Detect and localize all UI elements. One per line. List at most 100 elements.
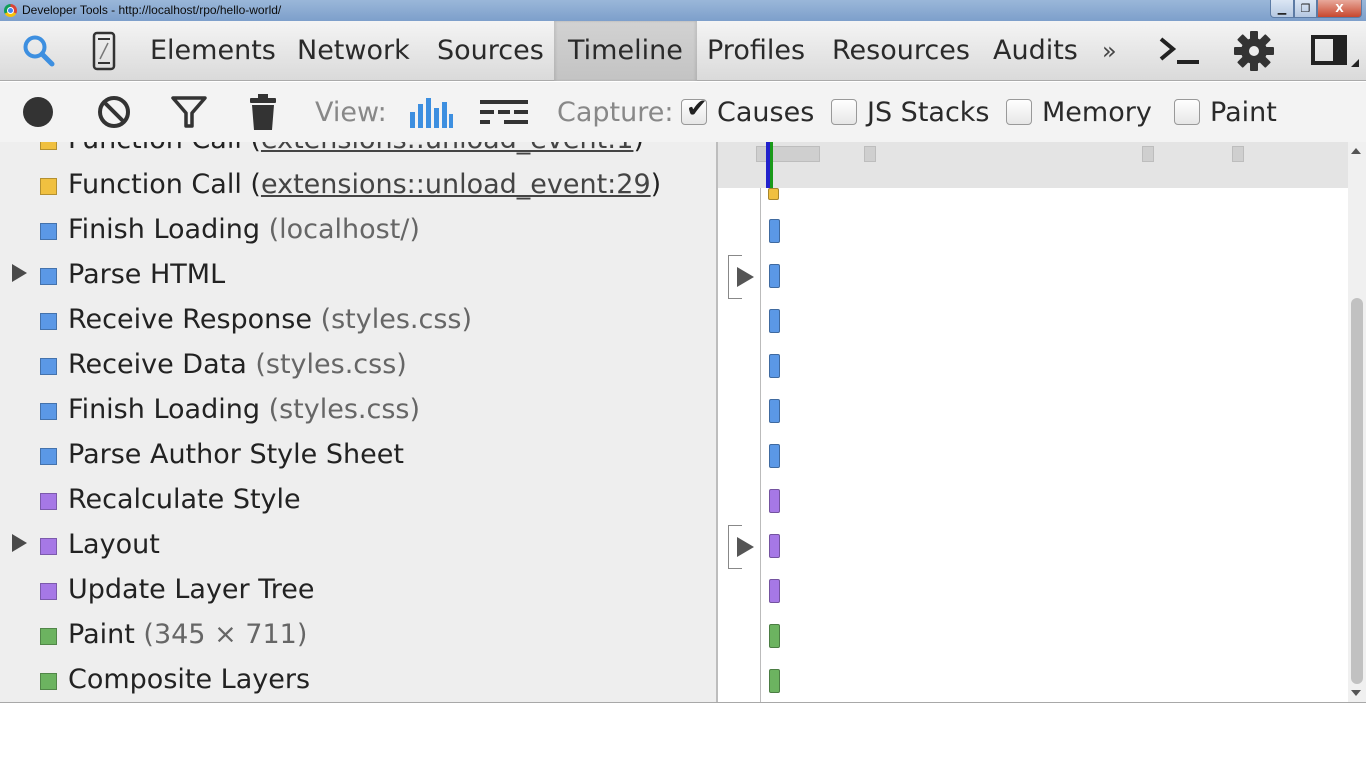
device-mode-icon[interactable]	[88, 21, 120, 81]
gear-icon[interactable]	[1230, 21, 1278, 81]
record-title-text: Layout	[68, 529, 160, 560]
scroll-up-arrow-icon[interactable]	[1351, 148, 1361, 154]
checkbox-box[interactable]	[831, 99, 857, 125]
filter-button[interactable]	[170, 82, 208, 142]
timeline-record-bar[interactable]	[768, 188, 779, 200]
dock-icon[interactable]	[1306, 21, 1362, 81]
timeline-block	[1232, 146, 1244, 162]
view-flame-button[interactable]	[478, 82, 530, 142]
record-category-swatch	[40, 268, 57, 285]
more-tabs-button[interactable]: »	[1102, 21, 1117, 81]
expand-arrow-icon[interactable]	[737, 267, 754, 287]
checkbox-causes[interactable]: ✔ Causes	[681, 82, 814, 142]
record-source-link[interactable]: extensions::unload_event:29	[261, 169, 651, 200]
checkbox-box[interactable]: ✔	[681, 94, 708, 125]
timeline-record-bar[interactable]	[769, 219, 780, 243]
record-category-swatch	[40, 223, 57, 240]
record-title-text: Composite Layers	[68, 664, 311, 695]
record-title-text: Receive Data	[68, 349, 247, 380]
window-title: Developer Tools - http://localhost/rpo/h…	[22, 3, 282, 17]
close-button[interactable]: X	[1317, 0, 1362, 18]
details-pane	[0, 702, 1366, 768]
timeline-record-row[interactable]: Receive Response (styles.css)	[0, 299, 716, 344]
flame-chart-icon	[480, 100, 528, 124]
record-category-swatch	[40, 403, 57, 420]
timeline-record-bar[interactable]	[769, 264, 780, 288]
tab-profiles[interactable]: Profiles	[707, 21, 805, 81]
record-source-link[interactable]: extensions::unload_event:1	[261, 142, 634, 155]
record-category-swatch	[40, 628, 57, 645]
record-title-text: Parse HTML	[68, 259, 226, 290]
timeline-record-row[interactable]: Parse Author Style Sheet	[0, 434, 716, 479]
record-title-text: Parse Author Style Sheet	[68, 439, 404, 470]
timeline-record-row[interactable]: Paint (345 × 711)	[0, 614, 716, 659]
tab-audits[interactable]: Audits	[993, 21, 1078, 81]
record-detail: (localhost/)	[268, 214, 420, 245]
timeline-block	[864, 146, 876, 162]
record-title: Function Call (extensions::unload_event:…	[68, 142, 644, 155]
timeline-record-row[interactable]: Update Layer Tree	[0, 569, 716, 614]
checkbox-js-stacks[interactable]: JS Stacks	[831, 82, 990, 142]
timeline-record-bar[interactable]	[769, 669, 780, 693]
timeline-record-row[interactable]: Composite Layers	[0, 659, 716, 702]
timeline-record-row[interactable]: Function Call (extensions::unload_event:…	[0, 164, 716, 209]
timeline-record-bar[interactable]	[769, 399, 780, 423]
timeline-record-row[interactable]: Function Call (extensions::unload_event:…	[0, 142, 716, 164]
record-title-text: Finish Loading	[68, 214, 260, 245]
record-button[interactable]	[22, 82, 54, 142]
expand-arrow-icon[interactable]	[12, 264, 27, 282]
scrollbar-thumb[interactable]	[1351, 298, 1363, 684]
timeline-record-bar[interactable]	[769, 534, 780, 558]
timeline-record-row[interactable]: Receive Data (styles.css)	[0, 344, 716, 389]
timeline-record-row[interactable]: Finish Loading (styles.css)	[0, 389, 716, 434]
scroll-down-arrow-icon[interactable]	[1351, 690, 1361, 696]
tab-resources[interactable]: Resources	[832, 21, 970, 81]
record-title-text: Finish Loading	[68, 394, 260, 425]
filter-icon	[171, 96, 207, 128]
search-icon[interactable]	[18, 21, 60, 81]
record-title: Parse Author Style Sheet	[68, 439, 404, 470]
expand-arrow-icon[interactable]	[12, 534, 27, 552]
timeline-marker-green	[770, 142, 773, 188]
checkbox-box[interactable]	[1006, 99, 1032, 125]
timeline-record-bar[interactable]	[769, 309, 780, 333]
tab-sources[interactable]: Sources	[437, 21, 544, 81]
tab-network[interactable]: Network	[297, 21, 410, 81]
record-title: Receive Response (styles.css)	[68, 304, 472, 335]
tab-timeline[interactable]: Timeline	[554, 21, 697, 81]
checkbox-label: Memory	[1042, 96, 1152, 128]
checkbox-box[interactable]	[1174, 99, 1200, 125]
clear-button[interactable]	[96, 82, 132, 142]
clear-icon	[98, 96, 130, 128]
tab-elements[interactable]: Elements	[150, 21, 276, 81]
maximize-button[interactable]: ❐	[1294, 0, 1317, 18]
record-category-swatch	[40, 673, 57, 690]
record-title: Paint (345 × 711)	[68, 619, 307, 650]
record-title-text: Function Call	[68, 142, 242, 155]
scrollbar[interactable]	[1348, 142, 1366, 702]
record-title: Receive Data (styles.css)	[68, 349, 407, 380]
checkbox-paint[interactable]: Paint	[1174, 82, 1277, 142]
checkbox-memory[interactable]: Memory	[1006, 82, 1152, 142]
timeline-record-bar[interactable]	[769, 444, 780, 468]
record-detail: (styles.css)	[320, 304, 473, 335]
timeline-record-row[interactable]: Finish Loading (localhost/)	[0, 209, 716, 254]
view-bars-button[interactable]	[408, 82, 454, 142]
capture-label: Capture:	[557, 96, 674, 128]
console-icon[interactable]	[1152, 21, 1204, 81]
expand-arrow-icon[interactable]	[737, 537, 754, 557]
timeline-record-row[interactable]: Layout	[0, 524, 716, 569]
garbage-collect-button[interactable]	[248, 82, 278, 142]
timeline-record-bar[interactable]	[769, 624, 780, 648]
timeline-record-row[interactable]: Recalculate Style	[0, 479, 716, 524]
timeline-records-list: Function Call (extensions::unload_event:…	[0, 142, 716, 702]
timeline-record-bar[interactable]	[769, 579, 780, 603]
minimize-button[interactable]: ▁	[1270, 0, 1294, 18]
timeline-record-bar[interactable]	[769, 489, 780, 513]
timeline-overview-strip	[718, 142, 1348, 188]
record-title: Function Call (extensions::unload_event:…	[68, 169, 662, 200]
timeline-record-bar[interactable]	[769, 354, 780, 378]
record-title: Parse HTML	[68, 259, 225, 290]
timeline-record-row[interactable]: Parse HTML	[0, 254, 716, 299]
record-category-swatch	[40, 538, 57, 555]
